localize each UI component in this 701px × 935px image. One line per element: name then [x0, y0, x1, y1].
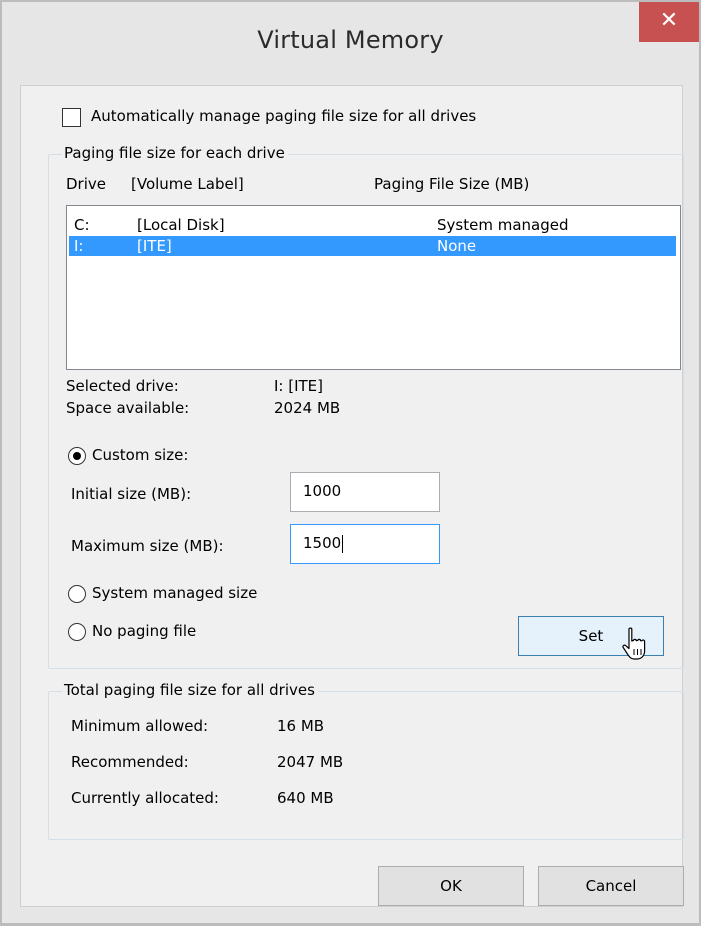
- drive-row-i[interactable]: I: [ITE] None: [69, 236, 676, 256]
- drive-volume-label: [ITE]: [137, 237, 172, 255]
- selected-drive-label: Selected drive:: [66, 377, 179, 395]
- title-bar[interactable]: Virtual Memory ✕: [2, 2, 699, 85]
- maximum-size-label: Maximum size (MB):: [71, 537, 224, 555]
- system-managed-label[interactable]: System managed size: [92, 584, 257, 602]
- maximum-size-input[interactable]: 1500: [290, 524, 440, 564]
- window-title: Virtual Memory: [257, 26, 444, 54]
- drive-list[interactable]: C: [Local Disk] System managed I: [ITE] …: [66, 205, 681, 370]
- no-paging-label[interactable]: No paging file: [92, 622, 196, 640]
- column-header-paging-size: Paging File Size (MB): [374, 175, 530, 193]
- close-icon: ✕: [659, 8, 679, 33]
- maximum-size-value: 1500: [303, 534, 342, 552]
- currently-allocated-value: 640 MB: [277, 789, 334, 807]
- close-button[interactable]: ✕: [639, 2, 699, 42]
- custom-size-label[interactable]: Custom size:: [92, 446, 188, 464]
- column-header-volume-label: [Volume Label]: [131, 175, 244, 193]
- initial-size-input[interactable]: 1000: [290, 472, 440, 512]
- drive-letter: I:: [74, 237, 84, 255]
- currently-allocated-label: Currently allocated:: [71, 789, 219, 807]
- ok-button[interactable]: OK: [378, 866, 524, 906]
- drive-row-c[interactable]: C: [Local Disk] System managed: [69, 215, 676, 235]
- minimum-allowed-label: Minimum allowed:: [71, 717, 209, 735]
- virtual-memory-dialog: Virtual Memory ✕ Automatically manage pa…: [0, 0, 701, 926]
- column-header-drive: Drive: [66, 175, 106, 193]
- hand-pointer-icon: [622, 627, 646, 660]
- dialog-body: Automatically manage paging file size fo…: [20, 85, 684, 907]
- minimum-allowed-value: 16 MB: [277, 717, 325, 735]
- text-caret: [342, 534, 344, 553]
- drive-letter: C:: [74, 216, 90, 234]
- total-group-title: Total paging file size for all drives: [62, 681, 318, 699]
- space-available-value: 2024 MB: [274, 399, 341, 417]
- drive-volume-label: [Local Disk]: [137, 216, 225, 234]
- initial-size-value: 1000: [303, 482, 342, 500]
- no-paging-radio[interactable]: [68, 623, 86, 641]
- drive-paging-size: None: [437, 237, 477, 255]
- recommended-value: 2047 MB: [277, 753, 344, 771]
- auto-manage-checkbox[interactable]: [62, 108, 81, 127]
- paging-group-title: Paging file size for each drive: [62, 144, 288, 162]
- drive-paging-size: System managed: [437, 216, 569, 234]
- initial-size-label: Initial size (MB):: [71, 485, 192, 503]
- system-managed-radio[interactable]: [68, 585, 86, 603]
- recommended-label: Recommended:: [71, 753, 189, 771]
- auto-manage-label[interactable]: Automatically manage paging file size fo…: [91, 107, 476, 125]
- selected-drive-value: I: [ITE]: [274, 377, 324, 395]
- custom-size-radio[interactable]: [68, 447, 86, 465]
- cancel-button[interactable]: Cancel: [538, 866, 684, 906]
- space-available-label: Space available:: [66, 399, 190, 417]
- radio-selected-dot: [73, 452, 81, 460]
